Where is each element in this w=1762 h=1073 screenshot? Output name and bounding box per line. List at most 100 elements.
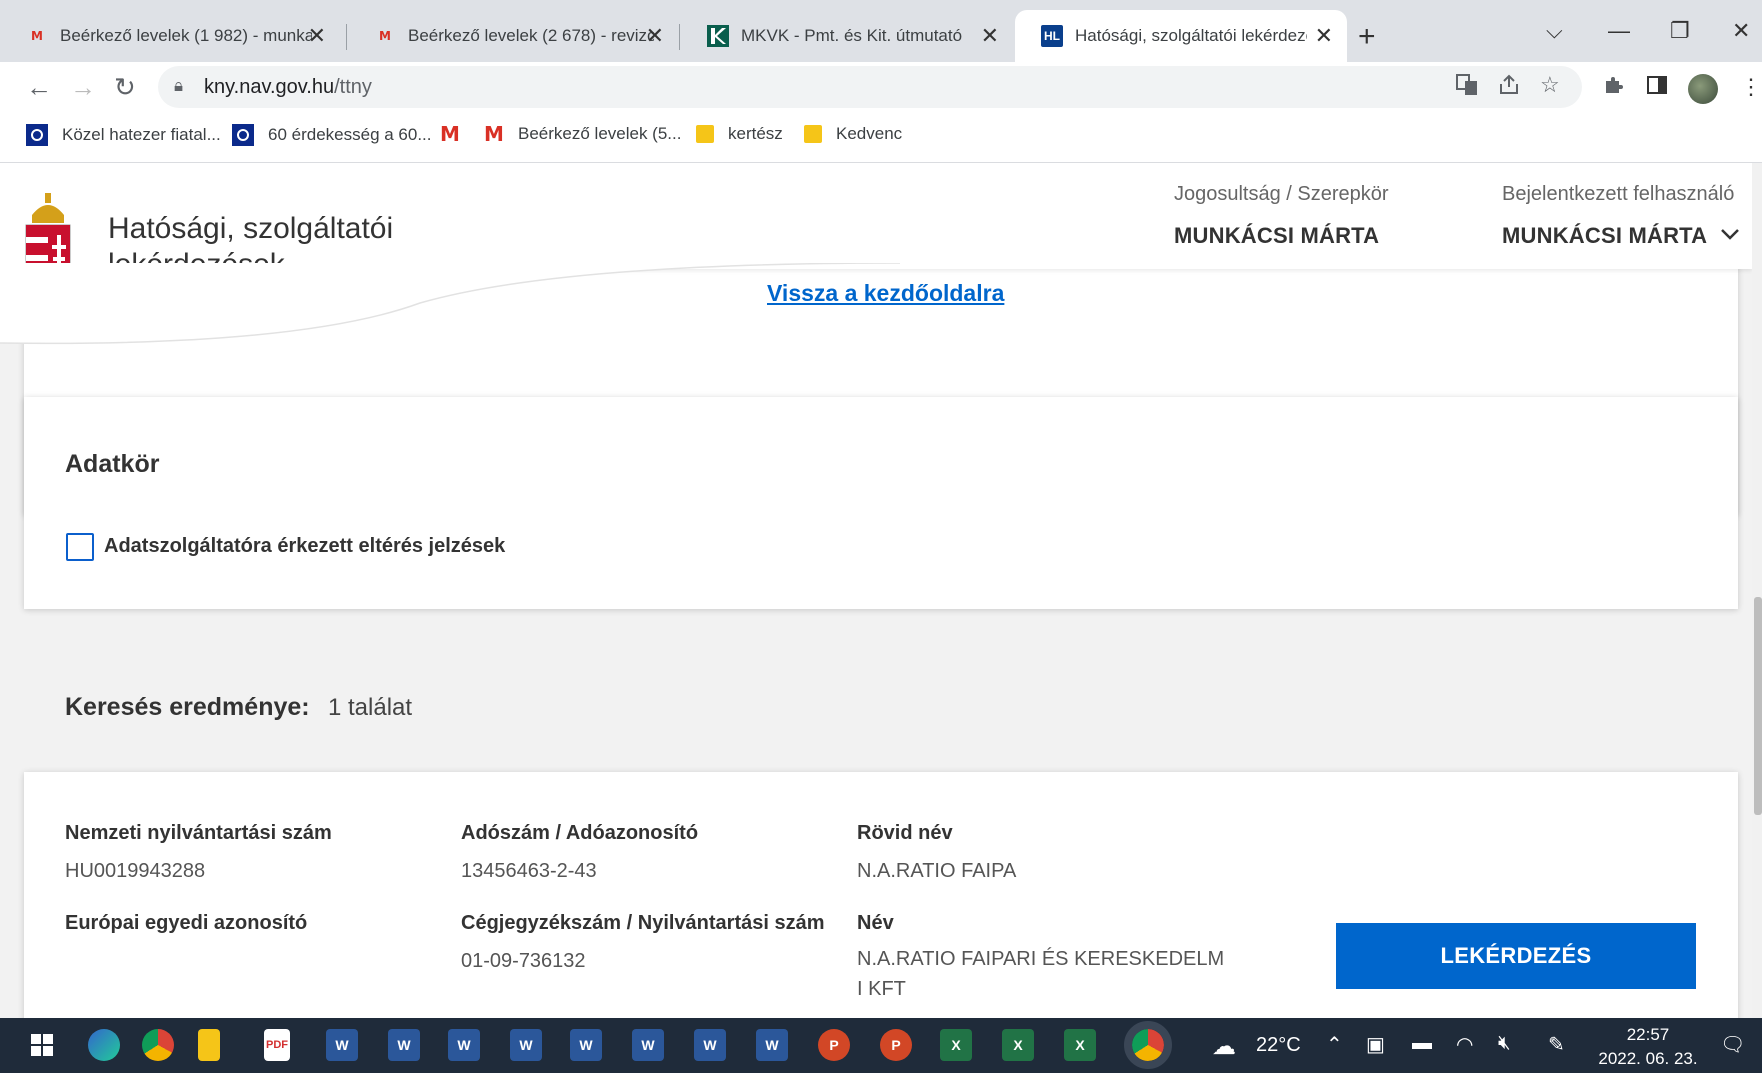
bookmark-label: 60 érdekesség a 60... [268, 125, 432, 144]
tab-strip: M Beérkező levelek (1 982) - munka ✕ M B… [0, 0, 1762, 70]
folder-icon [804, 125, 822, 143]
tax-value: 13456463-2-43 [461, 860, 597, 882]
close-icon[interactable]: ✕ [308, 23, 326, 49]
word-icon[interactable]: W [388, 1029, 420, 1061]
chevron-up-icon[interactable]: ⌃ [1326, 1032, 1343, 1057]
section-title: Adatkör [65, 450, 160, 478]
scrollbar-track[interactable] [1752, 163, 1762, 1018]
tab-gmail-munka[interactable]: M Beérkező levelek (1 982) - munka ✕ [0, 10, 340, 62]
reload-icon[interactable]: ↻ [114, 72, 136, 103]
tab-separator [346, 24, 347, 50]
word-icon[interactable]: W [570, 1029, 602, 1061]
notifications-icon[interactable]: 🗨︎ [1720, 1032, 1745, 1057]
checkbox-label[interactable]: Adatszolgáltatóra érkezett eltérés jelzé… [104, 535, 505, 558]
back-icon[interactable]: ← [26, 72, 52, 103]
profile-avatar[interactable] [1688, 74, 1718, 104]
word-icon[interactable]: W [448, 1029, 480, 1061]
translate-icon[interactable] [1456, 74, 1478, 102]
close-icon[interactable]: ✕ [981, 23, 999, 49]
side-panel-icon[interactable] [1646, 74, 1668, 102]
menu-kebab-icon[interactable]: ⋮ [1740, 74, 1762, 100]
user-value[interactable]: MUNKÁCSI MÁRTA [1502, 223, 1707, 249]
bookmark-label: Kedvenc [836, 124, 903, 143]
close-icon[interactable]: ✕ [646, 23, 664, 49]
new-tab-button[interactable]: + [1358, 20, 1376, 54]
pdf-icon[interactable]: PDF [264, 1029, 290, 1061]
minimize-icon[interactable]: — [1608, 18, 1630, 44]
powerpoint-icon[interactable]: P [818, 1029, 850, 1061]
word-icon[interactable]: W [326, 1029, 358, 1061]
query-button[interactable]: LEKÉRDEZÉS [1336, 923, 1696, 989]
tab-hatosagi[interactable]: HL Hatósági, szolgáltatói lekérdezések ✕ [1015, 10, 1347, 62]
tab-search-icon[interactable]: ⌵ [1546, 18, 1563, 44]
excel-icon[interactable]: X [1002, 1029, 1034, 1061]
deviation-reports-checkbox[interactable] [66, 533, 94, 561]
windows-taskbar: PDF W W W W W W W W P P X X X ☁ 22°C ⌃ ▣… [0, 1018, 1762, 1073]
bookmark-item[interactable]: Kedvenc [804, 124, 902, 144]
name-label: Név [857, 912, 894, 934]
browser-toolbar: ← → ↻ 🔒︎ kny.nav.gov.hu/ttny ☆ ⋮ [0, 62, 1762, 114]
short-name-value: N.A.RATIO FAIPA [857, 860, 1017, 882]
results-count: 1 találat [328, 694, 413, 721]
share-icon[interactable] [1498, 74, 1520, 102]
url-text: kny.nav.gov.hu/ttny [204, 76, 372, 98]
bookmark-label: kertész [728, 124, 783, 143]
bookmark-label: Beérkező levelek (5... [518, 124, 682, 143]
restore-icon[interactable]: ❐ [1670, 18, 1690, 44]
start-icon[interactable] [26, 1029, 58, 1061]
system-clock[interactable]: 22:57 2022. 06. 23. [1590, 1023, 1706, 1071]
national-id-label: Nemzeti nyilvántartási szám [65, 822, 332, 844]
weather-temp[interactable]: 22°C [1256, 1034, 1301, 1057]
role-label: Jogosultság / Szerepkör [1174, 183, 1389, 205]
bookmark-star-icon[interactable]: ☆ [1540, 72, 1560, 98]
bookmark-item[interactable]: kertész [696, 124, 783, 144]
pen-icon[interactable]: ✎ [1548, 1032, 1565, 1057]
gmail-icon: M [440, 122, 460, 146]
lock-icon: 🔒︎ [174, 76, 184, 95]
chrome-icon[interactable] [142, 1029, 174, 1061]
tab-title: Hatósági, szolgáltatói lekérdezések [1075, 26, 1307, 45]
name-value: N.A.RATIO FAIPARI ÉS KERESKEDELMI KFT [857, 948, 1225, 1000]
bookmark-item[interactable]: Közel hatezer fiatal... [26, 124, 221, 146]
address-bar[interactable]: 🔒︎ kny.nav.gov.hu/ttny ☆ [158, 66, 1582, 108]
word-icon[interactable]: W [694, 1029, 726, 1061]
page-content: Vissza a kezdőoldalra Hatósági, szolgált… [0, 163, 1762, 1018]
bookmark-item[interactable]: 60 érdekesség a 60... [232, 124, 432, 146]
chrome-icon[interactable] [1124, 1021, 1172, 1069]
bookmark-item[interactable]: M [440, 122, 474, 146]
folder-icon [696, 125, 714, 143]
word-icon[interactable]: W [756, 1029, 788, 1061]
chevron-down-icon[interactable] [1720, 221, 1740, 247]
tab-gmail-revizor[interactable]: M Beérkező levelek (2 678) - revizor ✕ [348, 10, 678, 62]
tab-title: Beérkező levelek (1 982) - munka [60, 26, 312, 45]
excel-icon[interactable]: X [1064, 1029, 1096, 1061]
excel-icon[interactable]: X [940, 1029, 972, 1061]
edge-icon[interactable] [88, 1029, 120, 1061]
volume-muted-icon[interactable]: 🔇︎ [1498, 1032, 1511, 1055]
national-id-value: HU0019943288 [65, 860, 206, 882]
tab-mkvk[interactable]: MKVK - Pmt. és Kit. útmutató ✕ [681, 10, 1013, 62]
close-icon[interactable]: ✕ [1315, 23, 1333, 49]
forward-icon[interactable]: → [70, 72, 96, 103]
header-swoosh [0, 263, 900, 345]
o-icon [26, 124, 48, 146]
reg-number-value: 01-09-736132 [461, 950, 586, 972]
short-name-label: Rövid név [857, 822, 953, 844]
word-icon[interactable]: W [510, 1029, 542, 1061]
word-icon[interactable]: W [632, 1029, 664, 1061]
tab-title: Beérkező levelek (2 678) - revizor [408, 26, 654, 45]
hl-icon: HL [1041, 25, 1063, 47]
eu-id-label: Európai egyedi azonosító [65, 912, 308, 934]
powerpoint-icon[interactable]: P [880, 1029, 912, 1061]
bookmarks-bar: Közel hatezer fiatal... 60 érdekesség a … [0, 114, 1762, 163]
scrollbar-thumb[interactable] [1754, 597, 1762, 815]
bookmark-item[interactable]: M Beérkező levelek (5... [484, 122, 682, 146]
window-close-icon[interactable]: ✕ [1732, 18, 1750, 44]
wifi-icon[interactable]: ◠ [1456, 1032, 1473, 1057]
explorer-icon[interactable] [198, 1029, 220, 1061]
clock-date: 2022. 06. 23. [1598, 1049, 1698, 1068]
extensions-icon[interactable] [1602, 74, 1624, 102]
battery-icon[interactable]: ▬ [1412, 1032, 1432, 1055]
cloud-icon[interactable]: ☁ [1212, 1032, 1236, 1061]
meet-now-icon[interactable]: ▣ [1366, 1032, 1385, 1057]
